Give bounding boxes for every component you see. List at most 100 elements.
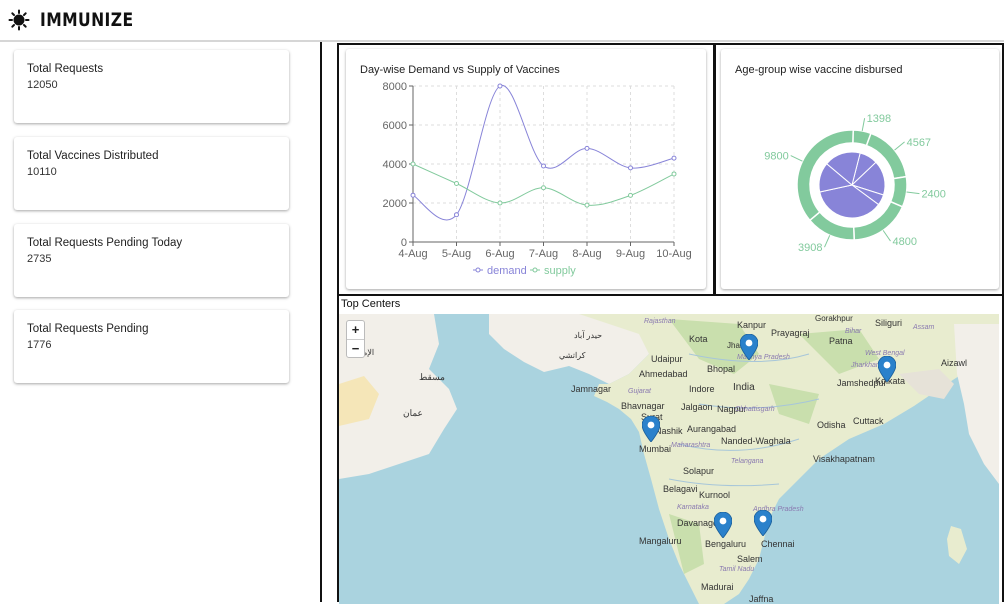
map-place-label: Nanded-Waghala xyxy=(721,436,791,446)
pie-chart-panel: Age-group wise vaccine disbursed 4567 240… xyxy=(713,43,1004,296)
stat-label: Total Requests Pending Today xyxy=(27,237,183,249)
zoom-in-button[interactable]: + xyxy=(347,321,364,339)
legend-marker xyxy=(475,267,481,273)
legend-label-supply: supply xyxy=(544,265,576,277)
map-place-label: Jalgaon xyxy=(681,402,713,412)
slice-label-line xyxy=(824,235,831,248)
map-place-label: Aizawl xyxy=(941,358,968,368)
map-place-label: Indore xyxy=(689,384,715,394)
map-place-label: Madurai xyxy=(701,582,734,592)
slice-label-line xyxy=(894,141,905,151)
point-demand xyxy=(454,212,459,218)
srilanka-land xyxy=(947,526,967,564)
map-place-label: Aurangabad xyxy=(687,424,737,434)
x-tick-label: 10-Aug xyxy=(656,248,691,260)
map-place-label: Bhavnagar xyxy=(621,401,665,411)
map-panel: Top Centers Rajasthan Kanpur Prayagraj Gora… xyxy=(337,294,1004,604)
pie-chart-card: Age-group wise vaccine disbursed 4567 240… xyxy=(721,49,999,289)
slice-label-line xyxy=(861,118,866,132)
map-place-label: Tamil Nadu xyxy=(719,566,755,573)
slice-label: 3908 xyxy=(798,242,822,254)
x-tick-label: 7-Aug xyxy=(529,248,558,260)
point-supply xyxy=(628,192,633,198)
slice-label-line xyxy=(906,191,920,195)
line-chart-card: Day-wise Demand vs Supply of Vaccines 02… xyxy=(346,49,706,289)
stat-value: 12050 xyxy=(27,79,58,91)
map-title: Top Centers xyxy=(341,298,401,310)
zoom-out-button[interactable]: − xyxy=(347,339,364,357)
app-title: IMMUNIZE xyxy=(40,9,134,31)
point-supply xyxy=(497,200,503,206)
map-place-label: حيدر آباد xyxy=(574,331,603,340)
map-place-label: Odisha xyxy=(817,420,846,430)
map-place-label: Bengaluru xyxy=(705,539,747,549)
point-supply xyxy=(671,171,677,177)
stat-card-total-requests: Total Requests 12050 xyxy=(14,50,289,123)
stat-label: Total Requests Pending xyxy=(27,323,149,335)
point-supply xyxy=(584,202,590,208)
point-supply xyxy=(410,161,416,167)
map-place-label: Jaffna xyxy=(749,594,774,604)
map-place-label: Karnataka xyxy=(677,504,709,511)
map-place-label: Rajasthan xyxy=(644,318,676,325)
map-place-label: Solapur xyxy=(683,466,715,476)
stat-value: 2735 xyxy=(27,253,52,265)
y-tick-label: 8000 xyxy=(383,81,407,93)
map-place-label: عمان xyxy=(403,408,423,418)
slice-label: 2400 xyxy=(921,189,945,201)
map-place-label: Salem xyxy=(737,554,763,564)
point-demand xyxy=(410,192,416,198)
age-group-pie-chart: 4567 2400 4800 3908 9800 1398 xyxy=(764,113,946,254)
centers-map[interactable]: Rajasthan Kanpur Prayagraj Gorakhpur Siligur… xyxy=(339,314,999,604)
map-place-label: Belagavi xyxy=(663,484,698,494)
point-demand xyxy=(628,165,633,171)
slice-label: 4567 xyxy=(907,137,931,149)
map-marker-icon[interactable] xyxy=(740,334,758,360)
slice-label: 9800 xyxy=(764,151,788,163)
stat-label: Total Requests xyxy=(27,63,104,75)
legend-label-demand: demand xyxy=(487,265,527,277)
y-tick-label: 6000 xyxy=(383,120,407,132)
x-tick-label: 4-Aug xyxy=(398,248,427,260)
point-demand xyxy=(584,145,590,151)
demand-supply-line-chart: 020004000600080004-Aug 5-Aug 6-Aug 7-Aug 8-A… xyxy=(383,81,692,277)
map-place-label: Chhattisgarh xyxy=(735,406,775,413)
map-marker-icon[interactable] xyxy=(642,416,660,442)
map-place-label: Cuttack xyxy=(853,416,884,426)
slice-label: 1398 xyxy=(867,113,891,125)
map-marker-icon[interactable] xyxy=(714,512,732,538)
map-place-label: Mumbai xyxy=(639,444,672,454)
stat-label: Total Vaccines Distributed xyxy=(27,150,159,162)
map-place-label: Jamnagar xyxy=(571,384,612,394)
map-place-label: Siliguri xyxy=(875,318,903,328)
stats-sidebar: Total Requests 12050 Total Vaccines Dist… xyxy=(0,42,322,602)
slice-label-line xyxy=(790,155,803,162)
point-supply xyxy=(454,181,459,186)
legend-marker xyxy=(532,267,538,273)
map-marker-icon[interactable] xyxy=(878,356,896,382)
map-place-label: Kanpur xyxy=(737,320,767,330)
line-chart-panel: Day-wise Demand vs Supply of Vaccines 02… xyxy=(337,43,716,296)
map-place-label: Mangaluru xyxy=(639,536,682,546)
map-place-label: Gorakhpur xyxy=(815,314,853,323)
virus-icon xyxy=(8,9,30,31)
x-tick-label: 6-Aug xyxy=(485,248,514,260)
map-marker-icon[interactable] xyxy=(754,510,772,536)
slice-label: 4800 xyxy=(892,236,916,248)
map-place-label: Assam xyxy=(913,324,935,331)
myanmar-land xyxy=(954,324,999,484)
app-header: IMMUNIZE xyxy=(0,0,1004,42)
map-place-label: Patna xyxy=(829,336,853,346)
map-place-label: Bhopal xyxy=(707,364,736,374)
stat-value: 1776 xyxy=(27,339,52,351)
map-zoom-control: + − xyxy=(346,320,365,358)
x-tick-label: 8-Aug xyxy=(572,248,601,260)
map-place-label: Bihar xyxy=(845,328,862,335)
map-place-label: Visakhapatnam xyxy=(813,454,875,464)
map-place-label: Ahmedabad xyxy=(639,369,688,379)
map-place-label: Prayagraj xyxy=(771,328,810,338)
x-tick-label: 9-Aug xyxy=(616,248,645,260)
slice-label-line xyxy=(882,230,891,242)
map-place-label: Telangana xyxy=(731,458,764,465)
point-supply xyxy=(541,185,546,191)
